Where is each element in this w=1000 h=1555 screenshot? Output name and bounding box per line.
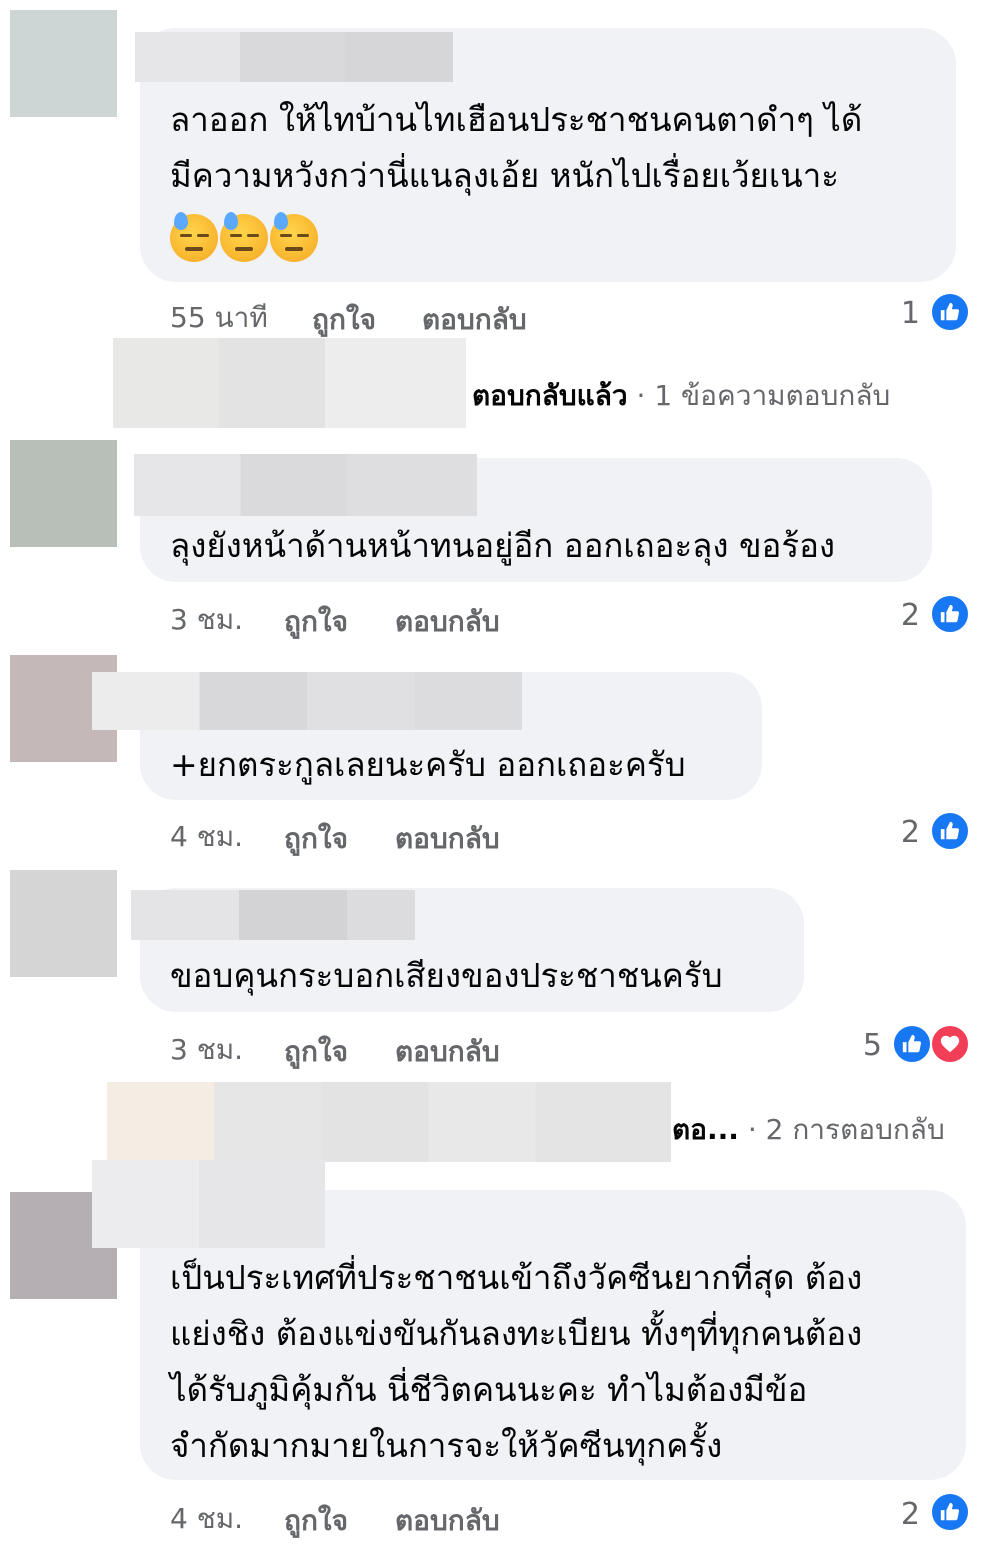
replied-label[interactable]: ตอ...	[672, 1113, 739, 1146]
comment-text: มีความหวังกว่านี่แนลุงเอ้ย หนักไปเรื่อยเ…	[170, 156, 839, 195]
blurred-author-name[interactable]	[92, 672, 522, 730]
comment-timestamp[interactable]: 3 ชม.	[170, 1028, 243, 1072]
reply-count[interactable]: 2 การตอบกลับ	[766, 1113, 945, 1146]
comment-timestamp[interactable]: 4 ชม.	[170, 815, 243, 859]
reaction-count[interactable]: 5	[842, 1028, 882, 1063]
avatar[interactable]	[10, 870, 117, 977]
comment-timestamp[interactable]: 55 นาที	[170, 296, 268, 340]
comment-text: เป็นประเทศที่ประชาชนเข้าถึงวัคซีนยากที่ส…	[170, 1258, 863, 1297]
reply-count[interactable]: 1 ข้อความตอบกลับ	[654, 379, 890, 412]
like-link[interactable]: ถูกใจ	[284, 817, 348, 861]
separator-dot: ·	[747, 1113, 757, 1146]
comment-timestamp[interactable]: 3 ชม.	[170, 598, 243, 642]
comment-text: ลุงยังหน้าด้านหน้าทนอยู่อีก ออกเถอะลุง ข…	[170, 526, 836, 565]
like-icon[interactable]	[930, 1492, 970, 1532]
avatar[interactable]	[10, 10, 117, 117]
like-icon[interactable]	[930, 594, 970, 634]
reaction-count[interactable]: 2	[880, 598, 920, 633]
view-replies-link[interactable]: ตอ... · 2 การตอบกลับ	[672, 1108, 945, 1152]
like-icon[interactable]	[930, 811, 970, 851]
like-link[interactable]: ถูกใจ	[284, 1499, 348, 1543]
comment-text: ได้รับภูมิคุ้มกัน นี่ชีวิตคนนะคะ ทำไมต้อ…	[170, 1370, 808, 1409]
downcast-sweat-emoji	[170, 212, 218, 262]
reply-link[interactable]: ตอบกลับ	[395, 600, 500, 644]
reaction-count[interactable]: 1	[880, 296, 920, 331]
like-link[interactable]: ถูกใจ	[284, 600, 348, 644]
blurred-author-name[interactable]	[134, 454, 477, 516]
comment-text: จำกัดมากมายในการจะให้วัคซีนทุกครั้ง	[170, 1426, 723, 1465]
separator-dot: ·	[636, 379, 646, 412]
comment-text: +ยกตระกูลเลยนะครับ ออกเถอะครับ	[170, 745, 686, 784]
reaction-count[interactable]: 2	[880, 815, 920, 850]
reply-link[interactable]: ตอบกลับ	[395, 1030, 500, 1074]
comment-text: แย่งชิง ต้องแข่งขันกันลงทะเบียน ทั้งๆที่…	[170, 1314, 863, 1353]
like-link[interactable]: ถูกใจ	[284, 1030, 348, 1074]
comment-timestamp[interactable]: 4 ชม.	[170, 1497, 243, 1541]
blurred-author-name[interactable]	[135, 32, 453, 82]
blurred-author-name[interactable]	[92, 1160, 325, 1248]
comment-text: ขอบคุนกระบอกเสียงของประชาชนครับ	[170, 956, 723, 995]
reply-link[interactable]: ตอบกลับ	[422, 298, 527, 342]
downcast-sweat-emoji	[270, 212, 318, 262]
reply-link[interactable]: ตอบกลับ	[395, 1499, 500, 1543]
blurred-replier-avatar-name[interactable]	[113, 338, 466, 428]
like-icon[interactable]	[892, 1024, 932, 1064]
view-replies-link[interactable]: ตอบกลับแล้ว · 1 ข้อความตอบกลับ	[472, 374, 890, 418]
reaction-count[interactable]: 2	[880, 1497, 920, 1532]
avatar[interactable]	[10, 440, 117, 547]
blurred-author-name[interactable]	[131, 890, 415, 940]
like-link[interactable]: ถูกใจ	[312, 298, 376, 342]
replied-label[interactable]: ตอบกลับแล้ว	[472, 379, 628, 412]
comment-text: ลาออก ให้ไทบ้านไทเฮือนประชาชนคนตาดำๆ ได้	[170, 100, 863, 139]
love-icon[interactable]	[930, 1024, 970, 1064]
like-icon[interactable]	[930, 292, 970, 332]
reply-link[interactable]: ตอบกลับ	[395, 817, 500, 861]
downcast-sweat-emoji	[220, 212, 268, 262]
blurred-replier-avatar-name[interactable]	[107, 1082, 671, 1162]
